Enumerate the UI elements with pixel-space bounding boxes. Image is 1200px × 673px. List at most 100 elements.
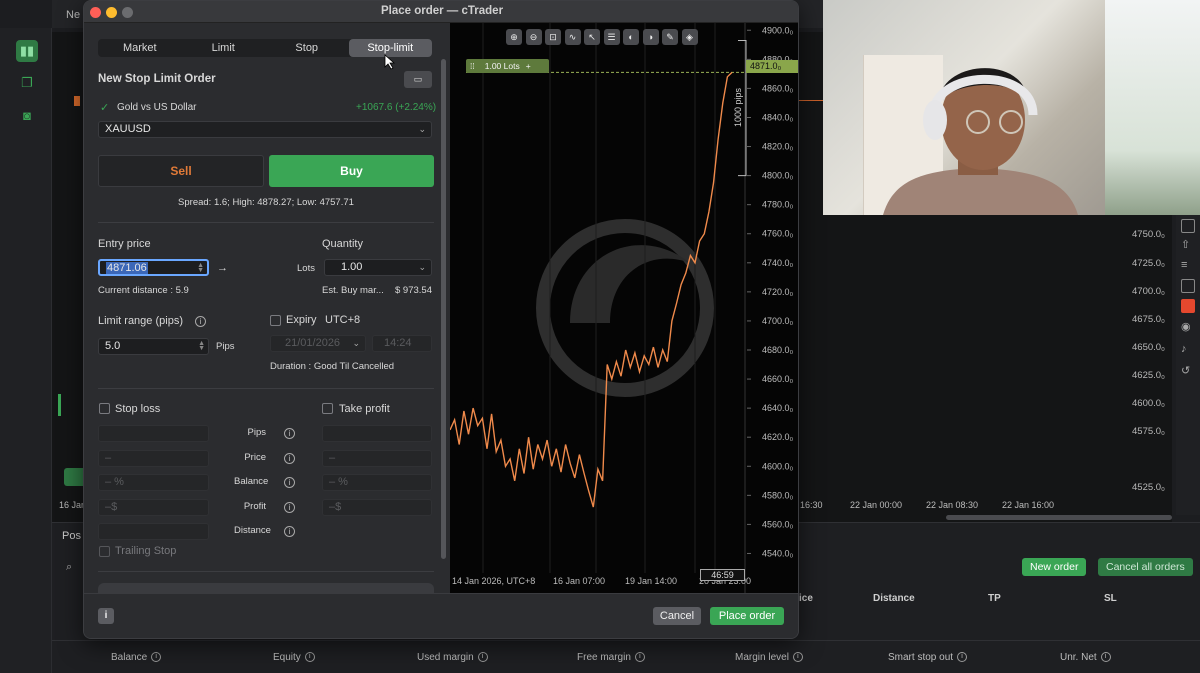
stop-loss-profit-input[interactable]: –$ (98, 499, 209, 516)
column-header[interactable]: SL (1104, 593, 1117, 604)
y-tick-label: 4560.0₀ (762, 519, 794, 529)
hide-icon[interactable]: ◑ (642, 29, 659, 45)
stat-margin-level: Margin level i (735, 652, 803, 663)
form-scrollbar[interactable] (441, 59, 446, 559)
stop-loss-pips-input[interactable] (98, 425, 209, 442)
take-profit-checkbox[interactable] (322, 403, 333, 414)
stepper-icon: ▲ ▼ (198, 340, 205, 352)
stop-loss-price-input[interactable]: – (98, 450, 209, 467)
bell-icon[interactable]: ♪ (1181, 343, 1195, 357)
info-icon[interactable]: i (284, 477, 295, 488)
cancel-button[interactable]: Cancel (653, 607, 701, 625)
take-profit-balance-input[interactable]: – % (322, 474, 432, 491)
indicator-icon[interactable]: ∿ (564, 29, 581, 45)
list-icon[interactable]: ≡ (1181, 259, 1195, 273)
y-tick-label: 4720.0₀ (762, 287, 794, 297)
info-icon[interactable]: i (284, 526, 295, 537)
quantity-input[interactable]: 1.00 ⌄ (324, 259, 432, 276)
order-line-tag[interactable]: ⁞⁞ 1.00 Lots + (466, 59, 549, 73)
background-tab-label[interactable]: Ne (66, 9, 80, 21)
zoom-out-icon[interactable]: ⊖ (525, 29, 542, 45)
window-title: Place order — cTrader (380, 5, 504, 17)
pencil-icon[interactable]: ✎ (662, 29, 678, 45)
list-icon[interactable]: ☰ (603, 29, 620, 45)
record-icon[interactable] (1181, 299, 1195, 313)
info-icon[interactable]: i (284, 428, 295, 439)
take-profit-price-input[interactable]: – (322, 450, 432, 467)
buy-button[interactable]: Buy (269, 155, 434, 187)
y-tick-label: 4660.0₀ (762, 374, 794, 384)
history-icon[interactable]: ↺ (1181, 365, 1195, 379)
info-icon[interactable]: i (284, 453, 295, 464)
camera-icon[interactable]: ◉ (1181, 321, 1195, 335)
positions-tab[interactable]: Pos (62, 530, 81, 542)
search-icon[interactable]: ⌕ (66, 561, 72, 574)
column-header[interactable]: ice (799, 593, 813, 604)
scroll-thumb[interactable] (441, 59, 446, 559)
left-rail: ▮▮ ❐ ◙ (0, 28, 52, 673)
cursor-icon[interactable]: ↖ (584, 29, 600, 45)
tab-stop[interactable]: Stop (265, 39, 349, 57)
chevron-down-icon: ⌄ (418, 124, 426, 134)
stat-used-margin: Used margin i (417, 652, 488, 663)
column-header[interactable]: Distance (873, 593, 915, 604)
arrow-icon: → (217, 262, 228, 274)
add-icon: + (525, 61, 531, 71)
logo-icon[interactable]: ◐ (623, 29, 639, 45)
expiry-timezone: UTC+8 (325, 314, 361, 326)
share-icon[interactable]: ⇧ (1181, 239, 1195, 253)
stat-free-margin: Free margin i (577, 652, 645, 663)
stat-unr-net: Unr. Net i (1060, 652, 1111, 663)
trade-icon[interactable]: ▮▮ (16, 40, 38, 62)
column-header[interactable]: TP (988, 593, 1001, 604)
stop-loss-checkbox[interactable] (99, 403, 110, 414)
place-order-button[interactable]: Place order (710, 607, 784, 625)
algo-icon[interactable]: ◙ (16, 104, 38, 126)
expiry-checkbox[interactable] (270, 315, 281, 326)
info-icon[interactable]: i (284, 502, 295, 513)
webcam-overlay (823, 0, 1200, 215)
row-label-balance: Balance (234, 476, 269, 487)
chevron-down-icon: ⌄ (352, 338, 360, 348)
order-type-tabs: Market Limit Stop Stop-limit (98, 39, 432, 57)
cancel-all-orders-button[interactable]: Cancel all orders (1098, 558, 1193, 576)
stats-divider (52, 640, 1200, 641)
zoom-fit-icon[interactable]: ⊡ (545, 29, 561, 45)
quantity-label: Quantity (322, 238, 363, 250)
trailing-stop-checkbox[interactable] (99, 546, 110, 557)
time-label: 16:30 (800, 500, 823, 510)
expiry-date-input[interactable]: 21/01/2026 ⌄ (270, 335, 366, 352)
stat-equity: Equity i (273, 652, 315, 663)
entry-price-label: Entry price (98, 238, 151, 250)
row-label-pips: Pips (247, 427, 266, 438)
place-order-dialog: Place order — cTrader Market Limit Stop … (83, 0, 799, 639)
layers-icon[interactable]: ◈ (681, 29, 698, 45)
limit-range-input[interactable]: 5.0 ▲ ▼ (98, 338, 209, 355)
y-tick-label: 4820.0₀ (762, 142, 794, 152)
stop-loss-distance-input[interactable] (98, 523, 209, 540)
sell-button[interactable]: Sell (98, 155, 264, 187)
copy-icon[interactable]: ❐ (16, 72, 38, 94)
entry-price-input[interactable]: 4871.06 ▲ ▼ (98, 259, 209, 276)
symbol-select[interactable]: XAUUSD ⌄ (98, 121, 432, 138)
stop-loss-balance-input[interactable]: – % (98, 474, 209, 491)
tab-market[interactable]: Market (98, 39, 182, 57)
take-profit-profit-input[interactable]: –$ (322, 499, 432, 516)
collapsed-section[interactable] (98, 583, 434, 593)
tool-square-icon[interactable] (1181, 219, 1195, 233)
take-profit-pips-input[interactable] (322, 425, 432, 442)
chart-scrollbar[interactable] (946, 515, 1172, 520)
detach-icon[interactable]: ▭ (404, 71, 432, 88)
zoom-in-icon[interactable]: ⊕ (506, 29, 522, 45)
divider (98, 222, 434, 223)
tab-limit[interactable]: Limit (182, 39, 266, 57)
y-tick-label: 4740.0₀ (762, 258, 794, 268)
info-icon[interactable]: i (195, 316, 206, 327)
time-label: 22 Jan 00:00 (850, 500, 903, 510)
new-order-button[interactable]: New order (1022, 558, 1087, 576)
screen-icon[interactable] (1181, 279, 1195, 293)
stat-balance: Balance i (111, 652, 162, 663)
est-margin-value: $ 973.54 (395, 285, 432, 296)
expiry-time-input[interactable]: 14:24 (372, 335, 432, 352)
info-button[interactable]: i (98, 608, 114, 624)
